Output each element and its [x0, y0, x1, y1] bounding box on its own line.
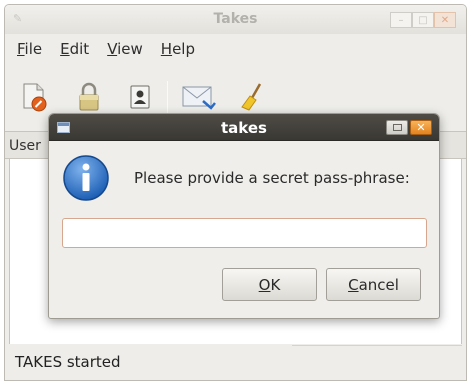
ok-button-label: K [270, 275, 281, 294]
cancel-button-label: ancel [358, 275, 399, 294]
mail-icon [182, 86, 216, 110]
content-header-label: User [9, 138, 41, 154]
lock-button[interactable] [71, 77, 107, 117]
status-divider [292, 345, 462, 346]
new-document-button[interactable] [17, 77, 53, 117]
passphrase-input[interactable] [62, 218, 427, 248]
menu-view-label: iew [117, 40, 143, 58]
close-icon[interactable]: ✕ [434, 12, 456, 28]
toolbar-separator [167, 81, 168, 115]
ok-button-mnemonic: O [258, 275, 271, 294]
new-document-icon [23, 83, 47, 112]
menu-view[interactable]: View [107, 40, 143, 58]
menu-edit-label: dit [69, 40, 90, 58]
menu-view-mnemonic: V [107, 40, 118, 58]
menu-file[interactable]: File [17, 40, 42, 58]
contact-icon [130, 85, 150, 109]
passphrase-dialog: takes ✕ Please provide a secret pass-phr… [48, 113, 440, 319]
maximize-icon[interactable]: □ [412, 12, 434, 28]
contact-button[interactable] [122, 77, 158, 117]
lock-icon [79, 82, 99, 111]
main-titlebar[interactable]: ✎ Takes – □ ✕ [5, 5, 466, 34]
minimize-icon[interactable]: – [390, 12, 412, 28]
status-bar: TAKES started [5, 344, 466, 380]
menu-help[interactable]: Help [161, 40, 195, 58]
menu-file-label: ile [24, 40, 43, 58]
dialog-maximize-icon[interactable] [386, 120, 408, 135]
menu-edit-mnemonic: E [60, 40, 70, 58]
menu-bar: File Edit View Help [5, 36, 466, 62]
status-text: TAKES started [15, 353, 121, 371]
dialog-titlebar[interactable]: takes ✕ [49, 114, 439, 141]
menu-help-label: elp [172, 40, 195, 58]
menu-file-mnemonic: F [17, 40, 25, 58]
cancel-button-mnemonic: C [348, 275, 359, 294]
dialog-message: Please provide a secret pass-phrase: [134, 169, 410, 187]
dialog-title: takes [221, 119, 267, 137]
dialog-close-icon[interactable]: ✕ [410, 120, 432, 135]
menu-help-mnemonic: H [160, 40, 173, 58]
dialog-window-controls: ✕ [386, 120, 432, 135]
cancel-button[interactable]: Cancel [326, 268, 421, 301]
ok-button[interactable]: OK [222, 268, 317, 301]
broom-icon [241, 83, 262, 111]
window-controls: – □ ✕ [390, 12, 456, 28]
menu-edit[interactable]: Edit [60, 40, 89, 58]
mail-button[interactable] [181, 77, 217, 117]
info-icon [63, 155, 109, 201]
broom-button[interactable] [234, 77, 270, 117]
